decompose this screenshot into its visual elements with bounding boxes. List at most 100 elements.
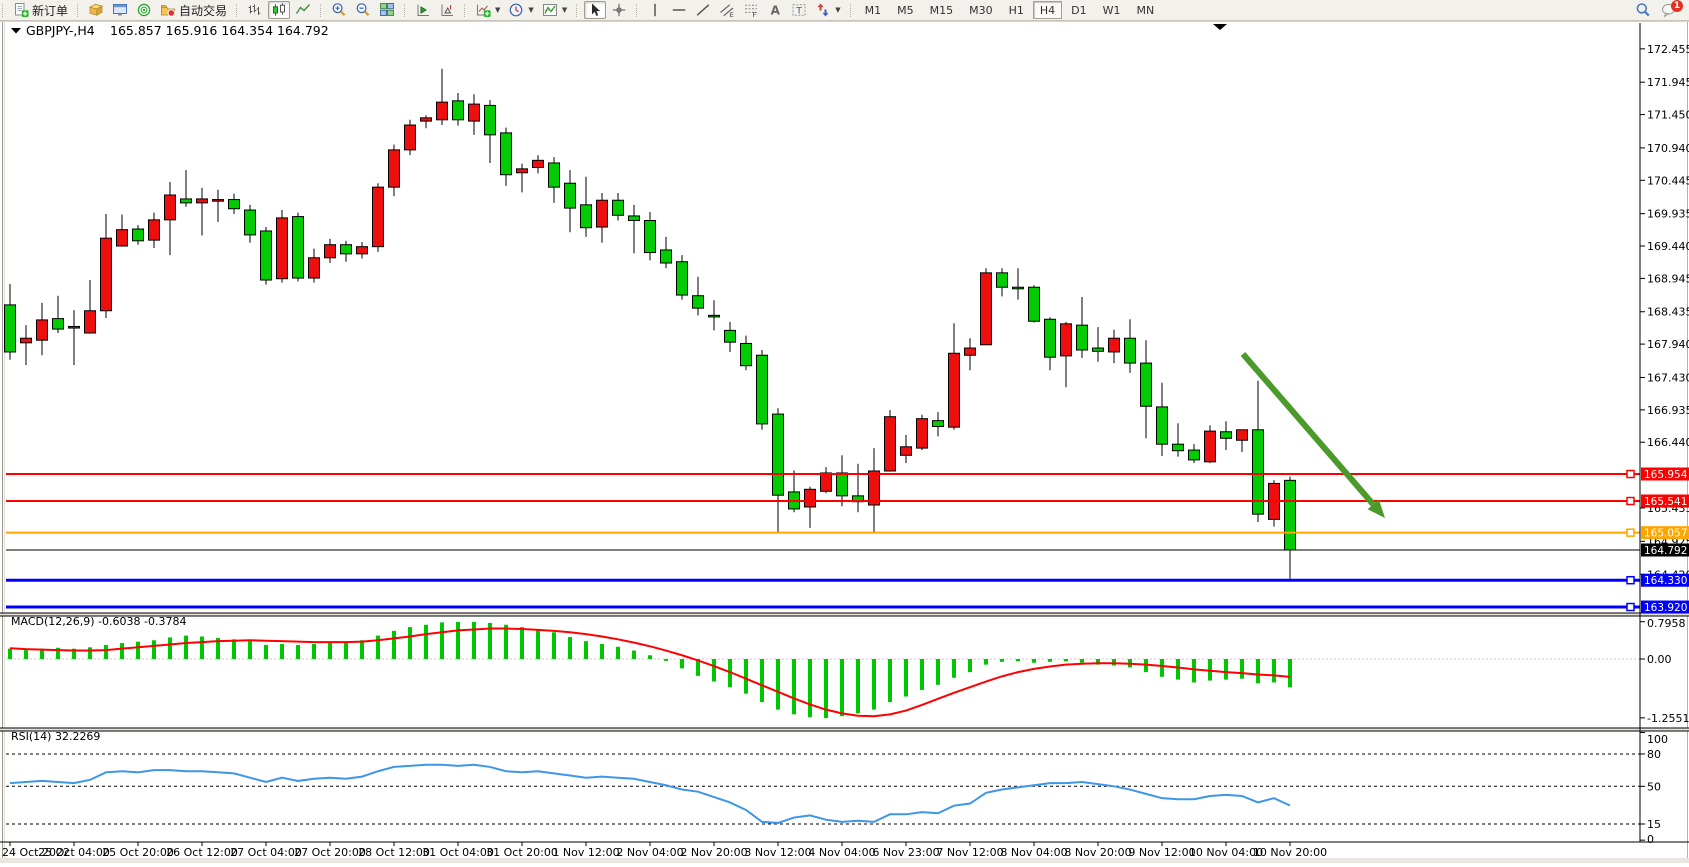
macd-axis-label: 0.00: [1647, 653, 1672, 666]
macd-histogram-bar: [1272, 659, 1276, 682]
chat-button[interactable]: 1: [1658, 1, 1680, 19]
line-chart-button[interactable]: [292, 1, 314, 19]
timeframe-button-mn[interactable]: MN: [1130, 1, 1162, 19]
candle-bear: [1045, 319, 1056, 357]
text-tool-button[interactable]: A: [764, 1, 786, 19]
candle-bull: [117, 230, 128, 246]
channel-icon: E: [719, 2, 735, 18]
data-window-button[interactable]: [109, 1, 131, 19]
timeframe-button-m30[interactable]: M30: [962, 1, 1000, 19]
chart-shift-button[interactable]: [436, 1, 458, 19]
timeframe-button-d1[interactable]: D1: [1064, 1, 1093, 19]
crosshair-icon: [611, 2, 627, 18]
cursor-tool-button[interactable]: [584, 1, 606, 19]
new-order-button-label: 新订单: [32, 2, 68, 19]
macd-histogram-bar: [1080, 659, 1084, 663]
candle-bear: [1221, 432, 1232, 439]
timeframe-button-h4[interactable]: H4: [1033, 1, 1062, 19]
macd-histogram-bar: [536, 629, 540, 659]
candle-bull: [325, 245, 336, 258]
horizontal-line-tool-button[interactable]: [668, 1, 690, 19]
zoom-in-button[interactable]: [328, 1, 350, 19]
macd-histogram-bar: [120, 643, 124, 659]
candlestick-chart-button[interactable]: [268, 1, 290, 19]
bar-chart-button[interactable]: [244, 1, 266, 19]
price-tick-label: 169.935: [1647, 208, 1689, 221]
macd-axis-label: -1.2551: [1647, 712, 1689, 725]
candle-bear: [693, 296, 704, 308]
candle-bull: [309, 258, 320, 278]
fibonacci-tool-button[interactable]: F: [740, 1, 762, 19]
candle-bear: [341, 245, 352, 254]
macd-histogram-bar: [136, 642, 140, 659]
cube-icon: [88, 2, 104, 18]
candle-bear: [245, 210, 256, 235]
hline-endpoint-marker[interactable]: [1627, 577, 1634, 584]
timeframe-button-m5[interactable]: M5: [890, 1, 921, 19]
timeframe-button-h1[interactable]: H1: [1002, 1, 1031, 19]
candle-bull: [437, 102, 448, 120]
macd-histogram-bar: [344, 642, 348, 659]
chevron-down-icon[interactable]: ▼: [495, 6, 500, 14]
new-order-button[interactable]: 新订单: [10, 1, 71, 19]
hline-endpoint-marker[interactable]: [1627, 471, 1634, 478]
price-tick-label: 167.940: [1647, 338, 1689, 351]
hline-endpoint-marker[interactable]: [1627, 604, 1634, 611]
macd-histogram-bar: [1256, 659, 1260, 683]
candle-bull: [1205, 431, 1216, 462]
candle-bear: [549, 163, 560, 187]
price-tick-label: 171.450: [1647, 109, 1689, 122]
vertical-line-tool-button[interactable]: [644, 1, 666, 19]
candle-bear: [565, 183, 576, 208]
candle-bear: [773, 414, 784, 495]
macd-histogram-bar: [200, 636, 204, 659]
profile-h-icon: [439, 2, 455, 18]
macd-histogram-bar: [392, 631, 396, 659]
crosshair-tool-button[interactable]: [608, 1, 630, 19]
search-button[interactable]: [1632, 1, 1654, 19]
tile-windows-button[interactable]: [376, 1, 398, 19]
candle-bear: [725, 330, 736, 342]
time-tick-label: 8 Nov 04:00: [1000, 846, 1067, 859]
trendline-tool-button[interactable]: [692, 1, 714, 19]
trendline-icon: [695, 2, 711, 18]
hline-endpoint-marker[interactable]: [1627, 529, 1634, 536]
new-chart-button[interactable]: ▼: [472, 1, 503, 19]
zoom-out-button[interactable]: [352, 1, 374, 19]
chevron-down-icon[interactable]: ▼: [835, 6, 840, 14]
hline-endpoint-marker[interactable]: [1627, 498, 1634, 505]
channel-tool-button[interactable]: E: [716, 1, 738, 19]
timeframe-button-m1[interactable]: M1: [858, 1, 889, 19]
macd-histogram-bar: [504, 625, 508, 659]
periods-button[interactable]: ▼: [505, 1, 536, 19]
arrows-icon: [815, 2, 831, 18]
macd-histogram-bar: [424, 625, 428, 659]
macd-histogram-bar: [872, 659, 876, 710]
svg-text:A: A: [771, 4, 781, 18]
text-label-tool-button[interactable]: T: [788, 1, 810, 19]
timeframe-button-m15[interactable]: M15: [923, 1, 961, 19]
textA-icon: A: [767, 2, 783, 18]
macd-histogram-bar: [456, 622, 460, 659]
auto-scroll-button[interactable]: [412, 1, 434, 19]
arrows-tool-button[interactable]: ▼: [812, 1, 843, 19]
monitor-icon: [112, 2, 128, 18]
macd-histogram-bar: [232, 639, 236, 659]
auto-trading-button[interactable]: 自动交易: [157, 1, 230, 19]
rsi-axis-label: 100: [1647, 733, 1668, 746]
macd-histogram-bar: [920, 659, 924, 690]
navigator-button[interactable]: [133, 1, 155, 19]
indicators-button[interactable]: ▼: [539, 1, 570, 19]
timeframe-button-w1[interactable]: W1: [1096, 1, 1128, 19]
toolbar-group-6: [574, 0, 634, 21]
macd-histogram-bar: [616, 647, 620, 659]
macd-histogram-bar: [648, 655, 652, 659]
candle-bull: [1109, 338, 1120, 352]
chevron-down-icon[interactable]: ▼: [528, 6, 533, 14]
time-tick-label: 10 Nov 20:00: [1253, 846, 1327, 859]
macd-histogram-bar: [1288, 659, 1292, 687]
market-watch-button[interactable]: [85, 1, 107, 19]
chevron-down-icon[interactable]: ▼: [562, 6, 567, 14]
macd-axis-label: 0.7958: [1647, 617, 1686, 630]
hline-icon: [671, 2, 687, 18]
